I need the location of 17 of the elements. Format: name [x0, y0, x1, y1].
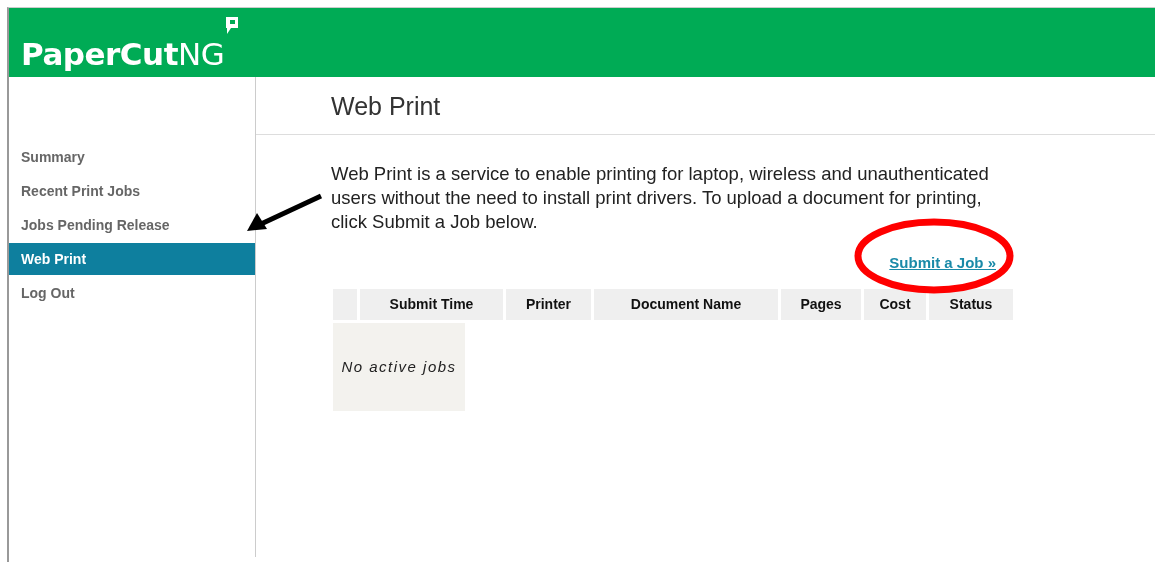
sidebar-item[interactable]: Recent Print Jobs [9, 175, 255, 207]
sidebar-item[interactable]: Jobs Pending Release [9, 209, 255, 241]
sidebar-item[interactable]: Log Out [9, 277, 255, 309]
column-header: Submit Time [360, 289, 503, 320]
column-header: Pages [781, 289, 861, 320]
description-text: Web Print is a service to enable printing for laptop, wireless and unauthenticated users without the need to install print drivers. To upload a document for printing, click Submit a Job below. [331, 162, 990, 234]
column-header: Printer [506, 289, 591, 320]
column-header: Status [929, 289, 1013, 320]
empty-table-message: No active jobs [333, 323, 465, 411]
column-header: Document Name [594, 289, 778, 320]
logo: PaperCutNG [21, 36, 225, 72]
submit-job-link[interactable]: Submit a Job » [889, 254, 996, 271]
column-header: Cost [864, 289, 926, 320]
sidebar-item[interactable]: Summary [9, 141, 255, 173]
sidebar-item[interactable]: Web Print [9, 243, 255, 275]
page-title: Web Print [331, 91, 442, 122]
speech-bubble-icon [225, 16, 240, 36]
